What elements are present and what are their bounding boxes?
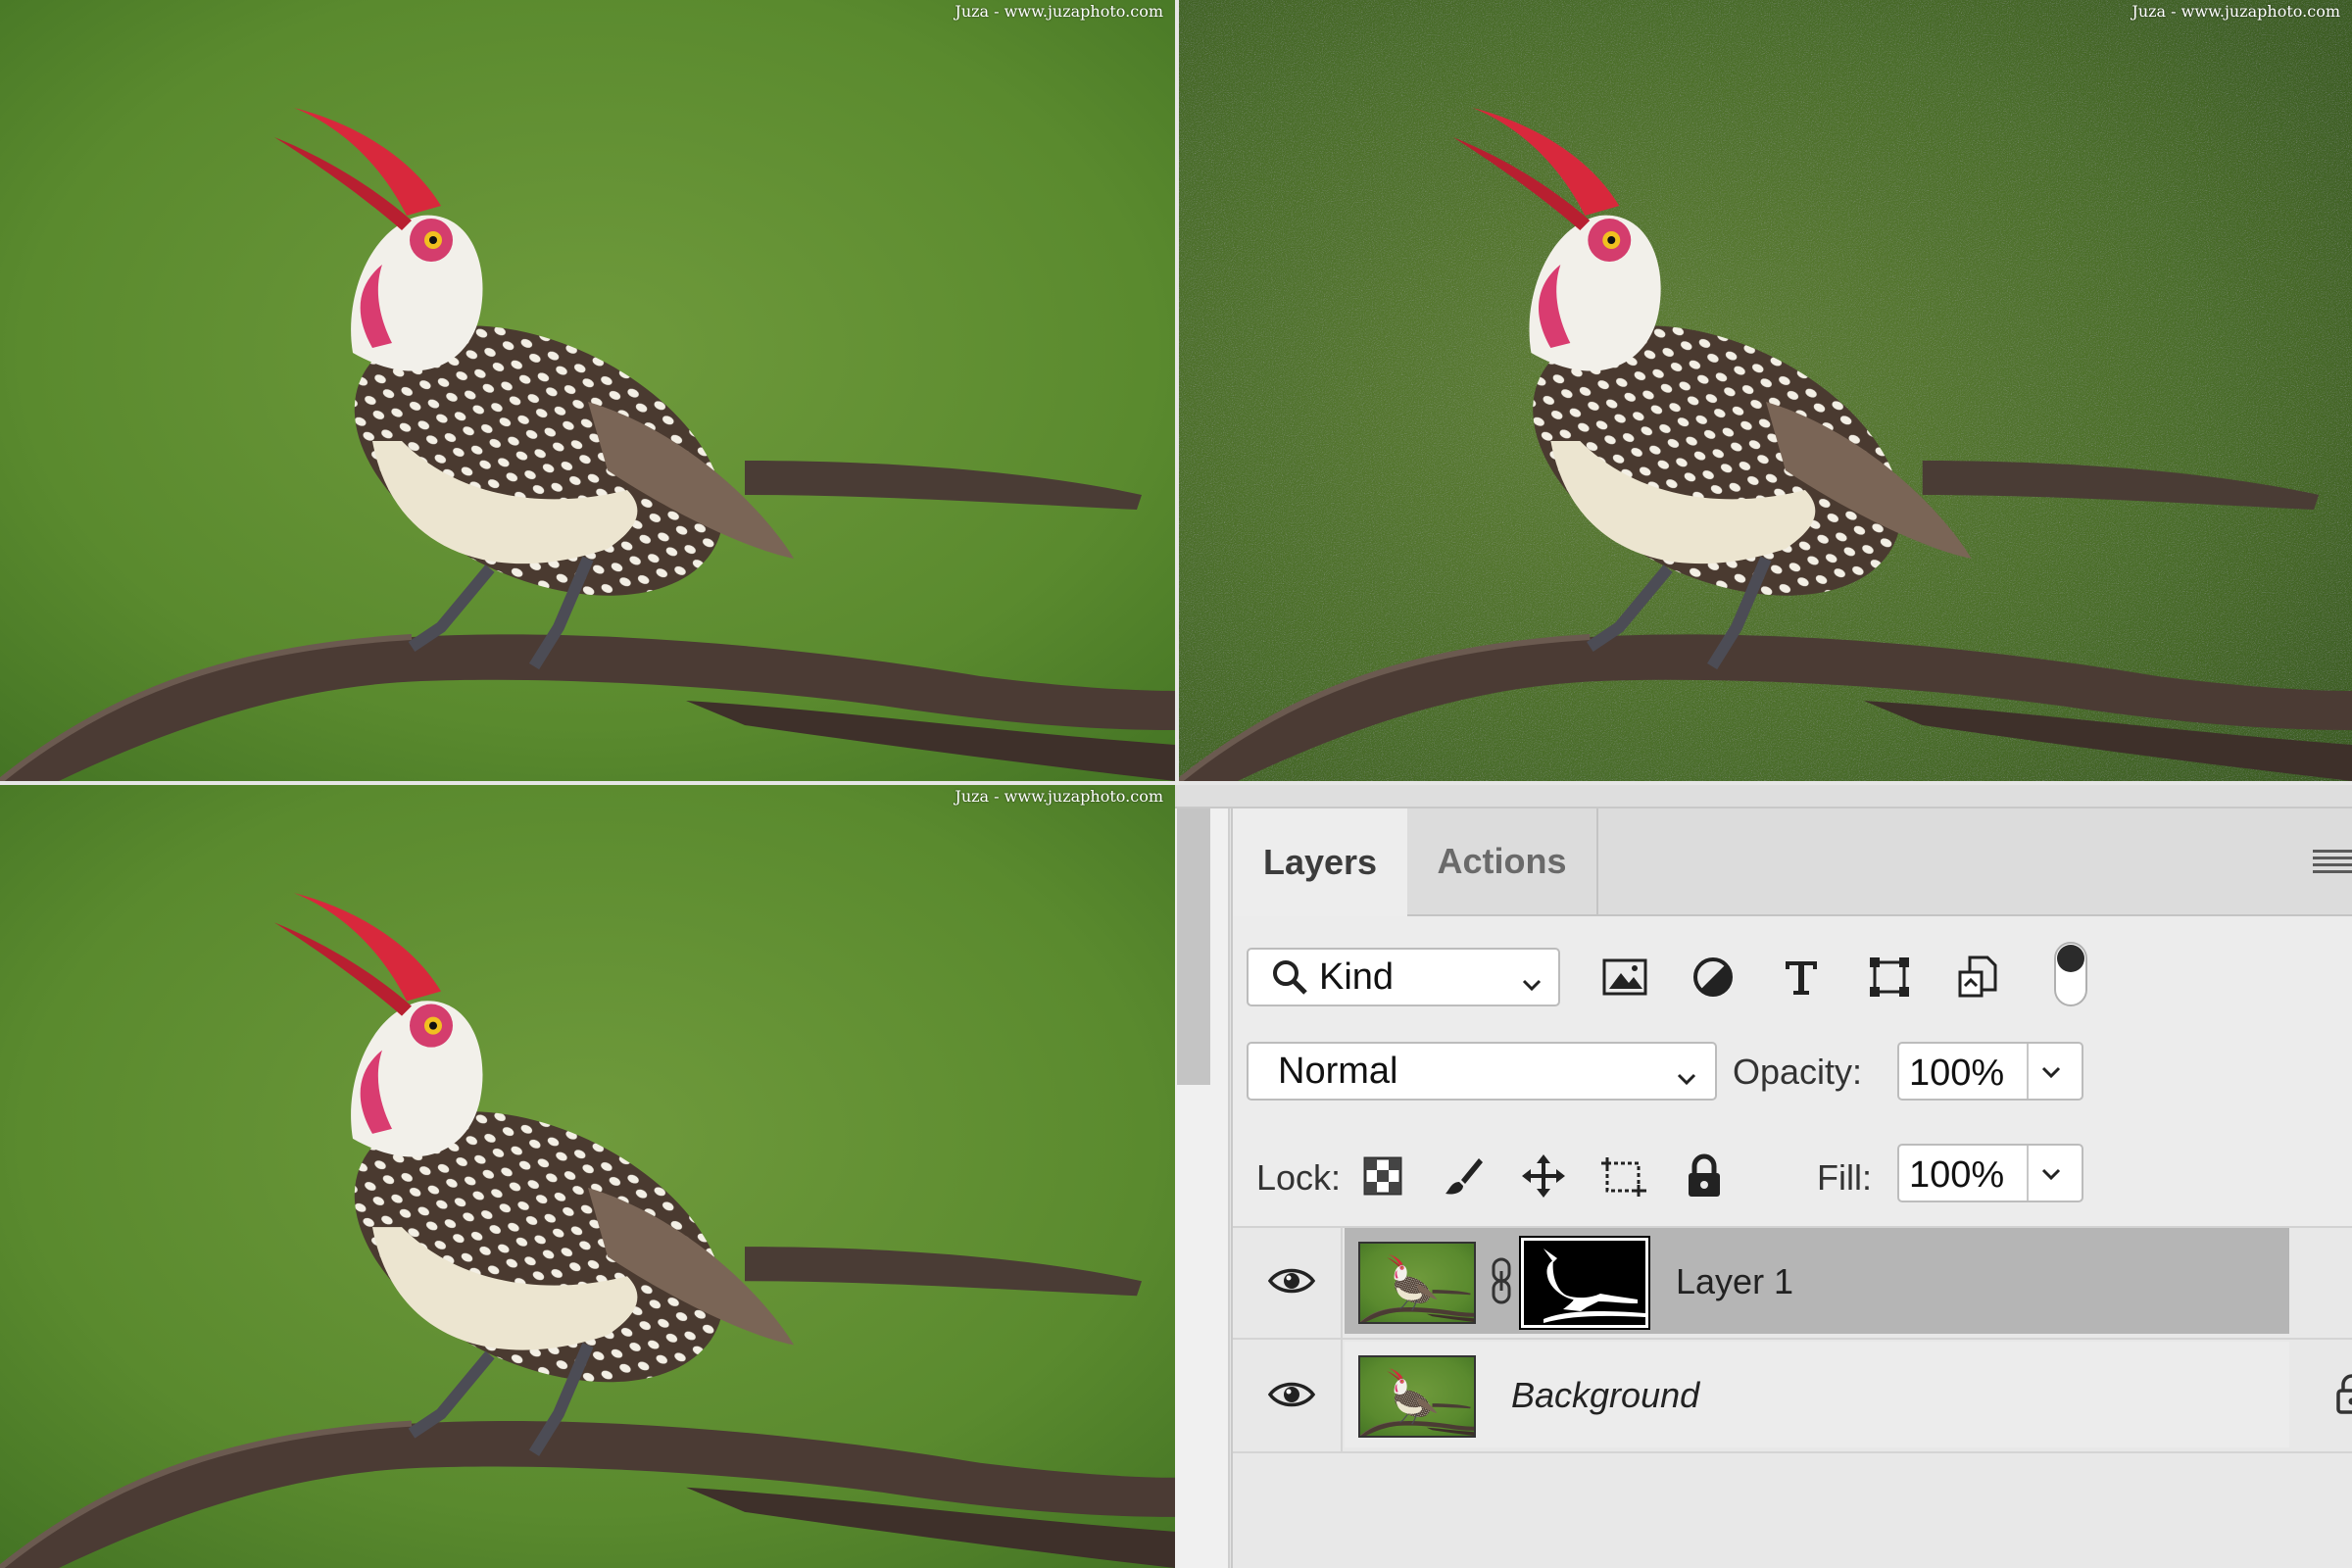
lock-position-icon[interactable]: [1519, 1152, 1568, 1200]
tab-actions[interactable]: Actions: [1407, 808, 1598, 914]
lock-label: Lock:: [1256, 1157, 1342, 1198]
scrollbar-track[interactable]: [1175, 785, 1230, 1568]
layer-body[interactable]: Background: [1345, 1342, 2352, 1447]
filter-kind-select[interactable]: Kind: [1247, 948, 1560, 1006]
watermark: Juza - www.juzaphoto.com: [955, 2, 1163, 21]
hamburger-menu-icon[interactable]: [2313, 850, 2352, 879]
lock-all-icon[interactable]: [1680, 1152, 1729, 1200]
image-filter-icon[interactable]: [1599, 952, 1650, 1003]
photo-noisy: Juza - www.juzaphoto.com: [1179, 0, 2352, 781]
filter-toggle-switch[interactable]: [2054, 942, 2087, 1006]
fill-label: Fill:: [1817, 1157, 1872, 1198]
layer-name[interactable]: Layer 1: [1676, 1261, 1793, 1302]
visibility-eye-icon[interactable]: [1267, 1265, 1316, 1301]
type-filter-icon[interactable]: [1776, 952, 1827, 1003]
chevron-down-icon[interactable]: [2038, 1059, 2064, 1090]
lock-fill-row: Lock: Fill: 100%: [1233, 1122, 2352, 1228]
lock-image-pixels-icon[interactable]: [1439, 1152, 1488, 1200]
tab-layers[interactable]: Layers: [1233, 808, 1407, 916]
photo-original: Juza - www.juzaphoto.com: [0, 0, 1175, 781]
photo-result: Juza - www.juzaphoto.com: [0, 785, 1175, 1568]
blend-mode-select[interactable]: Normal: [1247, 1042, 1717, 1101]
layer-mask-thumbnail[interactable]: [1519, 1236, 1650, 1330]
lock-transparent-pixels-icon[interactable]: [1358, 1152, 1407, 1200]
toggle-knob: [2057, 945, 2084, 972]
chevron-down-icon[interactable]: [2038, 1161, 2064, 1192]
image-divider-vertical: [1175, 0, 1179, 785]
layer-thumbnail[interactable]: [1358, 1242, 1476, 1324]
watermark: Juza - www.juzaphoto.com: [955, 787, 1163, 806]
layer-body[interactable]: Layer 1: [1345, 1228, 2289, 1334]
opacity-label: Opacity:: [1733, 1052, 1863, 1092]
layer-row-layer-1[interactable]: Layer 1: [1233, 1226, 2352, 1338]
chevron-down-icon: [1519, 965, 1544, 1007]
adjustment-filter-icon[interactable]: [1688, 952, 1739, 1003]
visibility-eye-icon[interactable]: [1267, 1379, 1316, 1415]
mask-link-icon[interactable]: [1490, 1257, 1513, 1309]
watermark: Juza - www.juzaphoto.com: [2132, 2, 2340, 21]
layer-name[interactable]: Background: [1511, 1375, 1699, 1416]
shape-filter-icon[interactable]: [1864, 952, 1915, 1003]
smart-object-filter-icon[interactable]: [1952, 952, 2003, 1003]
layer-row-background[interactable]: Background: [1233, 1340, 2352, 1451]
scrollbar-thumb[interactable]: [1177, 791, 1210, 1085]
layer-locked-icon: [2334, 1373, 2352, 1419]
blend-opacity-row: Normal Opacity: 100%: [1233, 1018, 2352, 1124]
layers-panel: Layers Actions Kind Normal Opacity: 100%…: [1231, 808, 2352, 1568]
blend-mode-value: Normal: [1278, 1050, 1398, 1092]
lock-artboard-icon[interactable]: [1599, 1152, 1648, 1200]
chevron-down-icon: [1674, 1059, 1699, 1102]
layer-thumbnail[interactable]: [1358, 1355, 1476, 1438]
filter-kind-label: Kind: [1319, 956, 1395, 998]
search-icon: [1270, 957, 1309, 997]
opacity-field[interactable]: 100%: [1897, 1042, 2083, 1101]
layer-filter-row: Kind: [1233, 916, 2352, 1020]
panel-tab-bar: Layers Actions: [1233, 808, 2352, 916]
opacity-value[interactable]: 100%: [1909, 1053, 2004, 1095]
panel-top-strip: [1175, 785, 2352, 808]
fill-field[interactable]: 100%: [1897, 1144, 2083, 1202]
fill-value[interactable]: 100%: [1909, 1154, 2004, 1197]
